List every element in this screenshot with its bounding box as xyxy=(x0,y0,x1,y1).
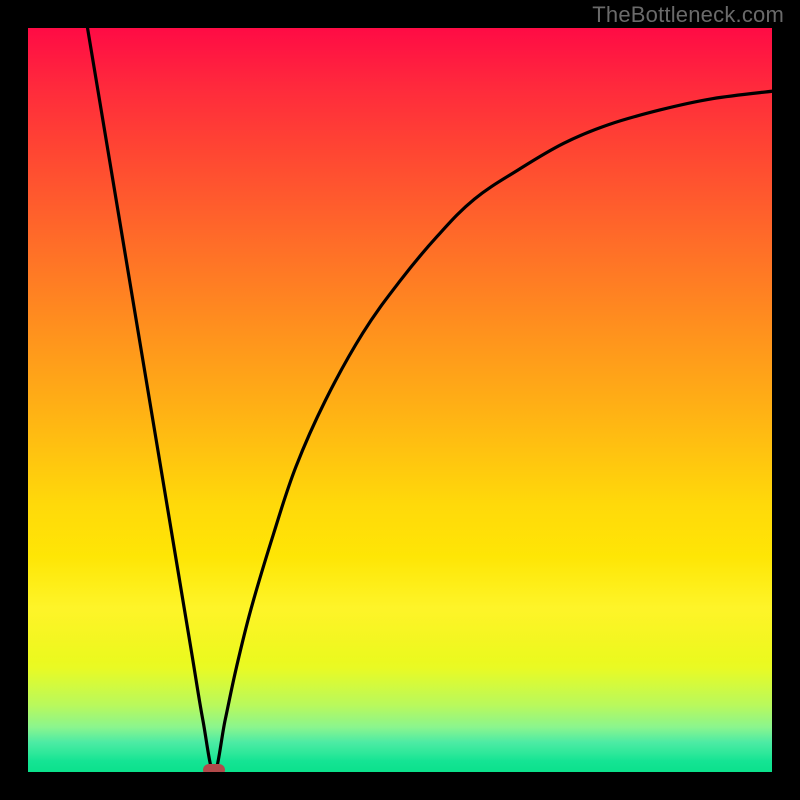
chart-stage: TheBottleneck.com xyxy=(0,0,800,800)
bottleneck-curve xyxy=(28,28,772,772)
watermark-text: TheBottleneck.com xyxy=(592,2,784,28)
plot-area xyxy=(28,28,772,772)
minimum-marker xyxy=(203,764,225,772)
